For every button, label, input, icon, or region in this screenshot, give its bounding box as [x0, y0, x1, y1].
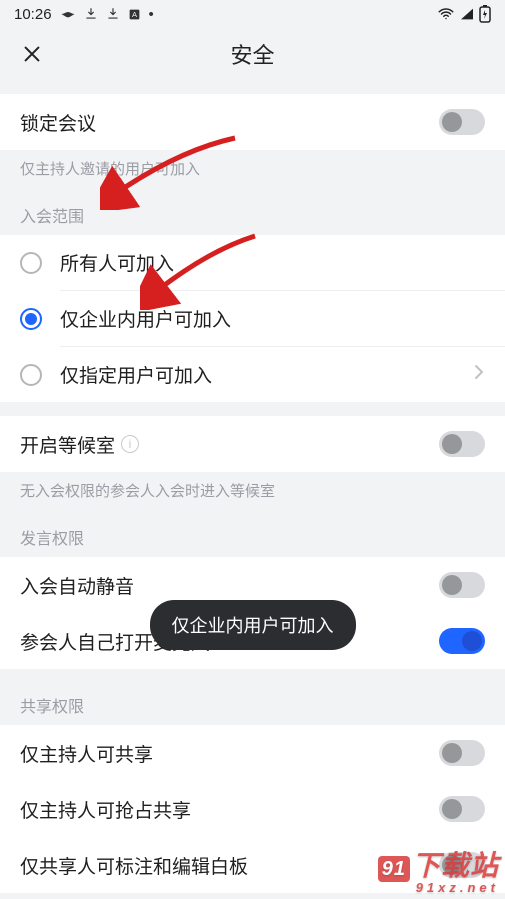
- app-square-icon: A: [128, 8, 141, 21]
- sharer-annotate-label: 仅共享人可标注和编辑白板: [20, 852, 248, 879]
- scope-option-label: 仅企业内用户可加入: [60, 305, 485, 332]
- status-bar: 10:26 A •: [0, 0, 505, 28]
- scope-option-all[interactable]: 所有人可加入: [0, 235, 505, 290]
- page-title: 安全: [18, 38, 487, 70]
- host-share-row[interactable]: 仅主持人可共享: [0, 725, 505, 781]
- download-icon: [84, 7, 98, 21]
- bird-icon: [60, 6, 76, 22]
- info-icon[interactable]: i: [121, 435, 139, 453]
- self-unmute-toggle[interactable]: [439, 628, 485, 654]
- scope-option-enterprise[interactable]: 仅企业内用户可加入: [0, 291, 505, 346]
- host-preempt-row[interactable]: 仅主持人可抢占共享: [0, 781, 505, 837]
- waiting-room-toggle[interactable]: [439, 431, 485, 457]
- radio-icon: [20, 252, 42, 274]
- watermark: 91下载站 91xz.net: [378, 844, 499, 895]
- host-preempt-toggle[interactable]: [439, 796, 485, 822]
- auto-mute-label: 入会自动静音: [20, 572, 134, 599]
- auto-mute-toggle[interactable]: [439, 572, 485, 598]
- waiting-room-helper: 无入会权限的参会人入会时进入等候室: [0, 472, 505, 501]
- watermark-main: 下载站: [412, 850, 499, 881]
- lock-meeting-label: 锁定会议: [20, 109, 96, 136]
- scope-option-label: 仅指定用户可加入: [60, 361, 473, 388]
- toast: 仅企业内用户可加入: [150, 600, 356, 650]
- radio-checked-icon: [20, 308, 42, 330]
- battery-icon: [479, 5, 491, 23]
- speak-section-title: 发言权限: [0, 501, 505, 557]
- scope-option-label: 所有人可加入: [60, 249, 485, 276]
- navbar: 安全: [0, 28, 505, 80]
- wifi-icon: [437, 5, 455, 23]
- lock-meeting-row[interactable]: 锁定会议: [0, 94, 505, 150]
- watermark-badge: 91: [378, 856, 410, 882]
- waiting-room-label: 开启等候室: [20, 431, 115, 458]
- lock-meeting-helper: 仅主持人邀请的用户可加入: [0, 150, 505, 179]
- download-icon: [106, 7, 120, 21]
- scope-section-title: 入会范围: [0, 179, 505, 235]
- share-section-title: 共享权限: [0, 669, 505, 725]
- watermark-sub: 91xz.net: [378, 880, 499, 895]
- status-dot: •: [149, 6, 154, 23]
- host-preempt-label: 仅主持人可抢占共享: [20, 796, 191, 823]
- chevron-right-icon: [473, 363, 485, 387]
- signal-icon: [459, 6, 475, 22]
- lock-meeting-toggle[interactable]: [439, 109, 485, 135]
- host-share-toggle[interactable]: [439, 740, 485, 766]
- status-time: 10:26: [14, 6, 52, 23]
- host-share-label: 仅主持人可共享: [20, 740, 153, 767]
- radio-icon: [20, 364, 42, 386]
- scope-option-specified[interactable]: 仅指定用户可加入: [0, 347, 505, 402]
- waiting-room-row[interactable]: 开启等候室 i: [0, 416, 505, 472]
